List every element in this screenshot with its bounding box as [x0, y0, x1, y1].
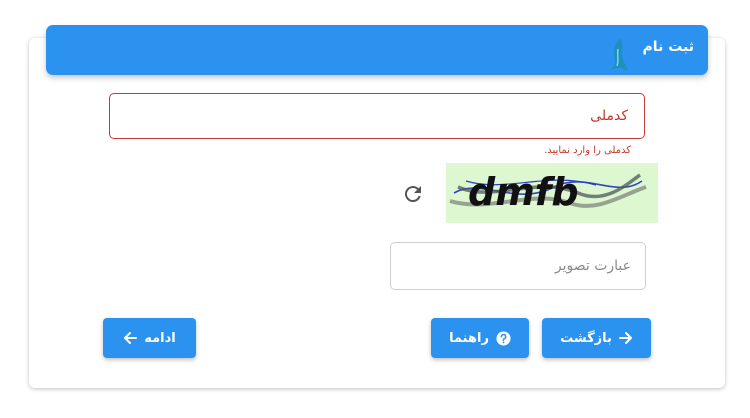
captcha-image: dmfb — [446, 163, 658, 223]
back-button-label: بازگشت — [560, 330, 612, 346]
continue-button-label: ادامه — [144, 330, 176, 346]
header-bar: ثبت نام — [46, 25, 708, 75]
logo-icon — [608, 35, 630, 77]
national-code-field — [109, 93, 645, 139]
arrow-right-icon — [618, 331, 633, 345]
national-code-input[interactable] — [110, 94, 644, 138]
national-code-error: کدملی را وارد نمایید. — [544, 145, 631, 156]
refresh-icon[interactable] — [401, 182, 425, 206]
back-button[interactable]: بازگشت — [542, 318, 651, 358]
help-button-label: راهنما — [449, 330, 489, 346]
page-title: ثبت نام — [642, 39, 694, 55]
help-button[interactable]: راهنما — [431, 318, 529, 358]
captcha-text: dmfb — [468, 170, 579, 214]
arrow-left-icon — [123, 331, 138, 345]
captcha-field — [390, 242, 646, 290]
captcha-input[interactable] — [391, 243, 645, 289]
question-circle-icon — [496, 330, 511, 346]
continue-button[interactable]: ادامه — [103, 318, 196, 358]
